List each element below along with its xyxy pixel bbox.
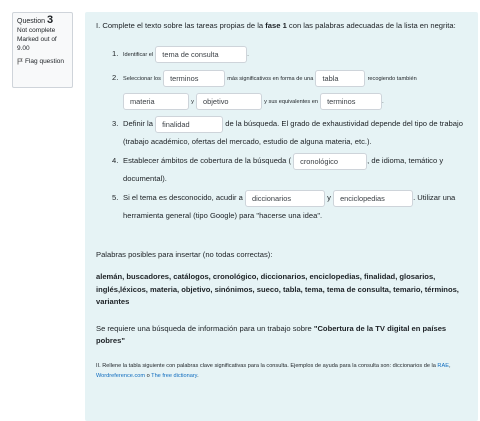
answer-field-2c[interactable]: materia: [123, 92, 189, 110]
words-intro: Palabras posibles para insertar (no toda…: [96, 250, 273, 259]
answer-field-2d[interactable]: objetivo: [196, 92, 263, 110]
flag-question-link[interactable]: Flag question: [17, 57, 68, 66]
question-number: Question 3: [17, 14, 54, 26]
question-content: I. Complete el texto sobre las tareas pr…: [85, 12, 478, 421]
search-instruction: Se requiere una búsqueda de información …: [96, 323, 447, 345]
task-item-1: 1. Identificar el tema de consulta.: [112, 42, 466, 67]
free-dictionary-link[interactable]: The free dictionary: [151, 373, 197, 379]
answer-field-2e[interactable]: terminos: [320, 92, 383, 110]
answer-field-4[interactable]: cronológico: [293, 152, 368, 170]
answer-field-5b[interactable]: enciclopedias: [333, 189, 414, 207]
question-grade: Marked out of 9.00: [17, 36, 57, 52]
table-instruction: II. Rellene la tabla siguiente con palab…: [96, 362, 451, 380]
answer-field-3[interactable]: finalidad: [155, 115, 224, 133]
flag-question-label: Flag question: [25, 58, 65, 65]
wordreference-link[interactable]: Wordreference.com: [96, 373, 145, 379]
answer-field-1[interactable]: tema de consulta: [155, 45, 248, 63]
task-item-5: 5. Si el tema es desconocido, acudir a d…: [112, 189, 466, 225]
flag-icon: [17, 58, 23, 65]
rae-link[interactable]: RAE: [437, 363, 449, 369]
answer-field-2b[interactable]: tabla: [315, 69, 366, 87]
task-list: 1. Identificar el tema de consulta. 2. S…: [96, 42, 466, 225]
answer-field-5a[interactable]: diccionarios: [245, 189, 326, 207]
task-item-3: 3. Definir la finalidad de la búsqueda. …: [112, 115, 466, 151]
word-bank: alemán, buscadores, catálogos, cronológi…: [96, 272, 459, 307]
question-info-panel: Question 3 Not complete Marked out of 9.…: [12, 12, 73, 88]
answer-field-2a[interactable]: terminos: [163, 69, 226, 87]
task-item-2: 2. Seleccionar los terminos más signific…: [112, 67, 466, 113]
task-item-4: 4. Establecer ámbitos de cobertura de la…: [112, 152, 466, 188]
question-intro: I. Complete el texto sobre las tareas pr…: [96, 21, 456, 30]
question-status: Not complete: [17, 27, 56, 34]
